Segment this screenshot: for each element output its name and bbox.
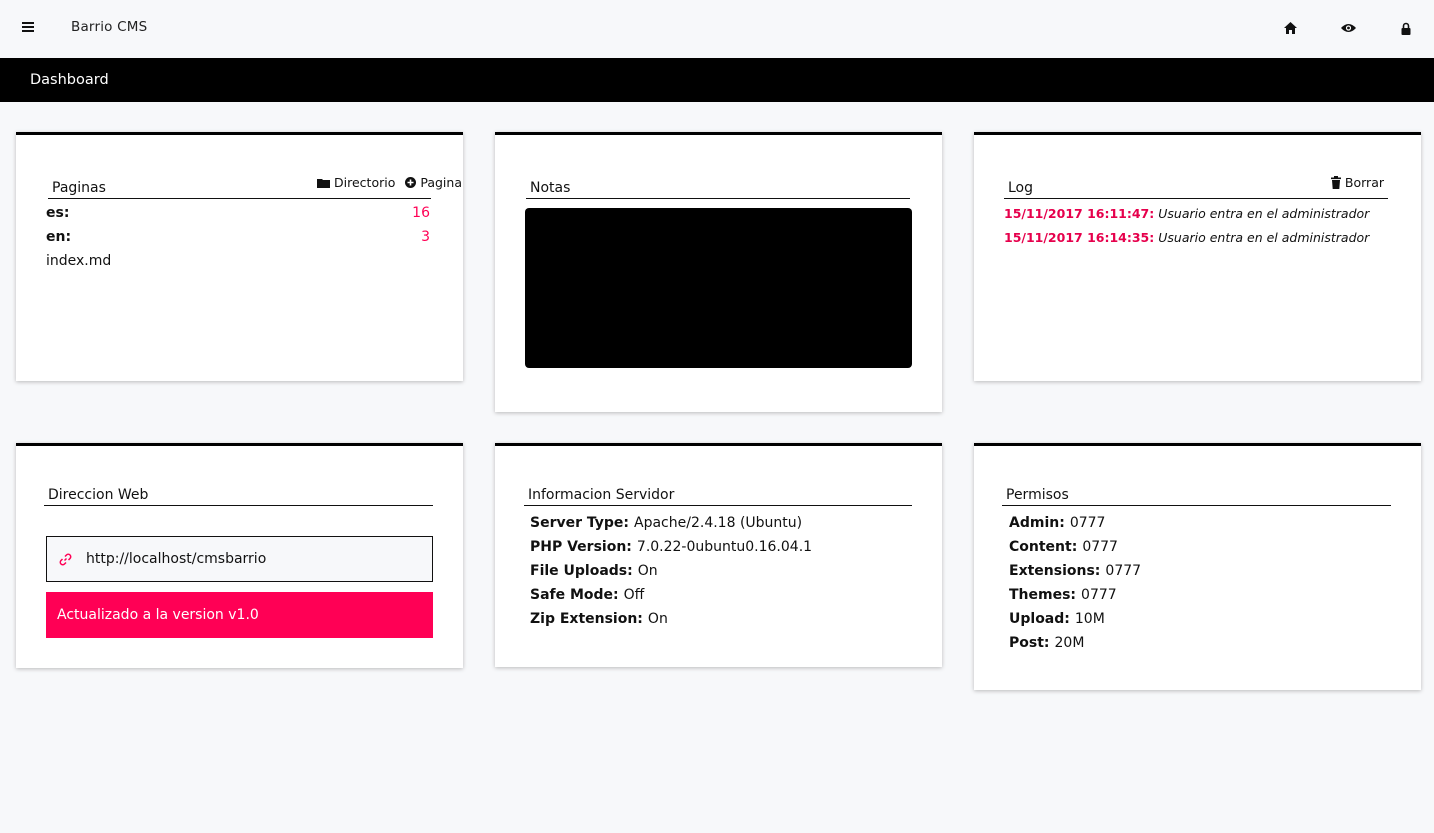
- trash-icon: [1330, 176, 1341, 189]
- add-page-button[interactable]: Pagina: [405, 175, 462, 190]
- log-list: 15/11/2017 16:11:47: Usuario entra en el…: [1004, 201, 1401, 249]
- permissions-card-header: Permisos: [1002, 480, 1391, 506]
- permissions-list: Admin: 0777 Content: 0777 Extensions: 0777 …: [1009, 511, 1141, 655]
- page-title: Dashboard: [30, 72, 109, 88]
- info-row: File Uploads: On: [530, 563, 658, 579]
- log-entry: 15/11/2017 16:14:35: Usuario entra en el…: [1004, 229, 1370, 245]
- card-title: Informacion Servidor: [528, 487, 675, 503]
- top-bar: Barrio CMS: [0, 0, 1434, 58]
- info-row: Admin: 0777: [1009, 515, 1106, 531]
- list-item[interactable]: en: 3: [46, 225, 430, 249]
- info-row: Zip Extension: On: [530, 611, 668, 627]
- site-url-link[interactable]: http://localhost/cmsbarrio: [46, 536, 433, 582]
- card-title: Permisos: [1006, 487, 1069, 503]
- server-info-card: Informacion Servidor Server Type: Apache/…: [495, 443, 942, 667]
- section-header: Dashboard: [0, 58, 1434, 102]
- home-icon[interactable]: [1280, 18, 1300, 38]
- info-row: Upload: 10M: [1009, 611, 1105, 627]
- info-row: Server Type: Apache/2.4.18 (Ubuntu): [530, 515, 803, 531]
- web-address-card: Direccion Web http://localhost/cmsbarrio…: [16, 443, 463, 668]
- card-title: Paginas: [52, 180, 106, 196]
- info-row: Extensions: 0777: [1009, 563, 1142, 579]
- permissions-card: Permisos Admin: 0777 Content: 0777 Extensi…: [974, 443, 1421, 690]
- info-row: Safe Mode: Off: [530, 587, 645, 603]
- top-icons: [1280, 18, 1416, 38]
- web-card-header: Direccion Web: [44, 480, 433, 506]
- info-row: Post: 20M: [1009, 635, 1085, 651]
- notes-textarea[interactable]: [525, 208, 912, 368]
- link-icon: [59, 553, 72, 566]
- server-card-header: Informacion Servidor: [524, 480, 912, 506]
- lock-icon[interactable]: [1396, 18, 1416, 38]
- log-card-header: Log Borrar: [1004, 173, 1388, 199]
- menu-icon[interactable]: [18, 20, 38, 38]
- info-row: Themes: 0777: [1009, 587, 1117, 603]
- clear-log-button[interactable]: Borrar: [1330, 175, 1384, 190]
- eye-icon[interactable]: [1338, 18, 1358, 38]
- card-title: Notas: [530, 180, 571, 196]
- plus-circle-icon: [405, 177, 417, 188]
- log-entry: 15/11/2017 16:11:47: Usuario entra en el…: [1004, 205, 1370, 221]
- info-row: Content: 0777: [1009, 539, 1118, 555]
- site-url: http://localhost/cmsbarrio: [86, 551, 267, 567]
- list-item[interactable]: index.md: [46, 249, 430, 273]
- server-info-list: Server Type: Apache/2.4.18 (Ubuntu) PHP V…: [530, 511, 812, 631]
- info-row: PHP Version: 7.0.22-0ubuntu0.16.04.1: [530, 539, 813, 555]
- pages-card: Paginas Directorio Pagina es: 16 en: 3 i…: [16, 132, 463, 381]
- notes-card: Notas: [495, 132, 942, 412]
- brand-name: Barrio CMS: [71, 19, 148, 35]
- pages-list: es: 16 en: 3 index.md: [46, 201, 430, 273]
- folder-icon: [317, 178, 331, 188]
- list-item[interactable]: es: 16: [46, 201, 430, 225]
- card-title: Direccion Web: [48, 487, 149, 503]
- directory-button[interactable]: Directorio: [317, 175, 395, 190]
- log-card: Log Borrar 15/11/2017 16:11:47: Usuario …: [974, 132, 1421, 381]
- notes-card-header: Notas: [526, 173, 910, 199]
- pages-card-header: Paginas Directorio Pagina: [48, 173, 462, 199]
- card-title: Log: [1008, 180, 1034, 196]
- update-status-banner: Actualizado a la version v1.0: [46, 592, 433, 638]
